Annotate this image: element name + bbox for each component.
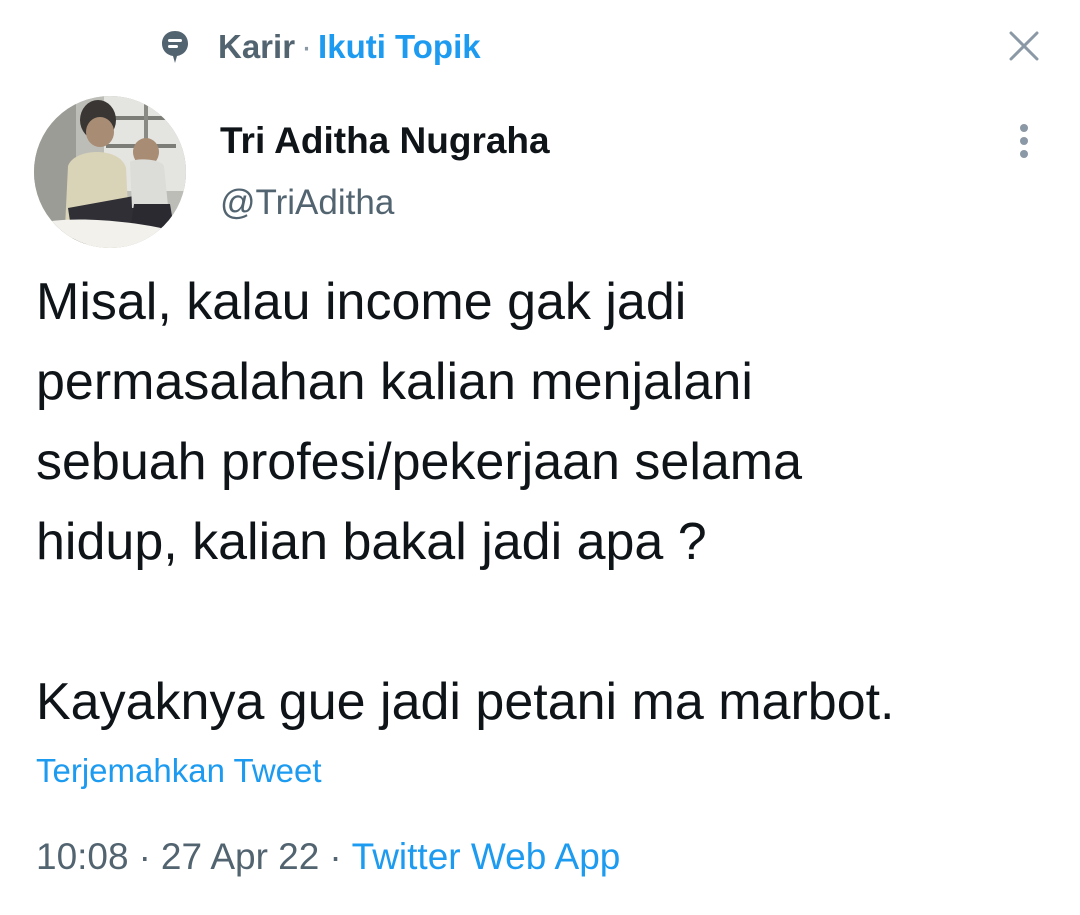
topic-name[interactable]: Karir	[218, 28, 295, 66]
tweet-meta: 10:08 · 27 Apr 22 · Twitter Web App	[36, 836, 620, 878]
follow-topic-link[interactable]: Ikuti Topik	[318, 28, 481, 66]
tweet-text: Misal, kalau income gak jadi permasalaha…	[36, 262, 1056, 742]
translate-tweet-link[interactable]: Terjemahkan Tweet	[36, 752, 322, 790]
close-icon	[1008, 30, 1040, 67]
avatar-photo	[34, 96, 186, 248]
close-button[interactable]	[1002, 26, 1046, 70]
topic-header: Karir · Ikuti Topik	[160, 24, 481, 70]
tweet-date[interactable]: 27 Apr 22	[161, 836, 319, 877]
topic-bubble-icon	[160, 29, 190, 65]
avatar[interactable]	[34, 96, 186, 248]
tweet-paragraph: Misal, kalau income gak jadi permasalaha…	[36, 273, 803, 571]
tweet-paragraph: Kayaknya gue jadi petani ma marbot.	[36, 673, 895, 731]
tweet-source-link[interactable]: Twitter Web App	[352, 836, 621, 877]
tweet-time[interactable]: 10:08	[36, 836, 129, 877]
author-handle[interactable]: @TriAditha	[220, 183, 394, 223]
more-vertical-icon	[1018, 123, 1030, 164]
author-name[interactable]: Tri Aditha Nugraha	[220, 120, 550, 162]
meta-separator: ·	[329, 836, 342, 877]
topic-separator: ·	[301, 28, 313, 65]
more-options-button[interactable]	[1006, 118, 1042, 168]
meta-separator: ·	[138, 836, 151, 877]
